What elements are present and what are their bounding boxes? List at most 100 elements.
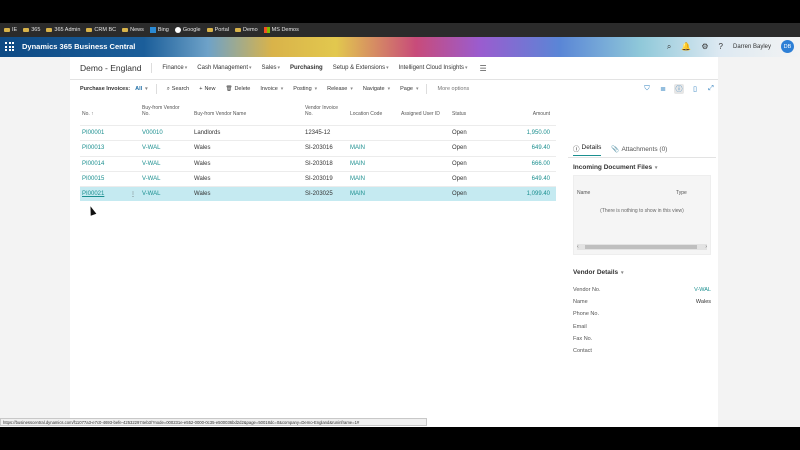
new-button[interactable]: + New bbox=[199, 86, 215, 92]
cell-no[interactable]: PI00015 bbox=[82, 176, 104, 182]
bookmark-365[interactable]: 365 bbox=[23, 27, 40, 33]
cell-location[interactable]: MAIN bbox=[350, 176, 365, 182]
bookmark-ms-demos[interactable]: MS Demos bbox=[263, 27, 299, 33]
search-icon[interactable]: ⌕ bbox=[667, 42, 671, 52]
nav-intelligent-cloud[interactable]: Intelligent Cloud Insights▾ bbox=[399, 65, 468, 71]
header-vendor-no[interactable]: Buy-from Vendor No. bbox=[142, 105, 192, 117]
header-status[interactable]: Status bbox=[452, 111, 466, 117]
tab-details[interactable]: ⓘ Details bbox=[573, 143, 602, 156]
nav-purchasing[interactable]: Purchasing bbox=[290, 65, 323, 71]
bookmark-icon[interactable]: ▯ bbox=[690, 85, 700, 93]
nav-sales[interactable]: Sales▾ bbox=[262, 65, 281, 71]
scroll-left-icon[interactable]: ‹ bbox=[577, 244, 579, 250]
navigate-menu[interactable]: Navigate ▾ bbox=[363, 86, 390, 92]
header-assigned-user[interactable]: Assigned User ID bbox=[401, 111, 440, 117]
cell-vendor-no[interactable]: V00010 bbox=[142, 130, 163, 136]
table-row[interactable]: PI00013 V-WAL Wales SI-203016 MAIN Open 649.40 bbox=[80, 140, 556, 155]
help-icon[interactable]: ? bbox=[719, 42, 723, 51]
user-name[interactable]: Darren Bayley bbox=[733, 44, 771, 50]
bell-icon[interactable]: 🔔 bbox=[681, 42, 691, 51]
header-vendor-invoice[interactable]: Vendor Invoice No. bbox=[305, 105, 355, 117]
app-launcher-icon[interactable] bbox=[5, 42, 14, 51]
header-no[interactable]: No. ↑ bbox=[82, 111, 94, 117]
divider bbox=[426, 84, 428, 94]
cell-vendor-no[interactable]: V-WAL bbox=[142, 191, 160, 197]
bookmark-bing[interactable]: Bing bbox=[149, 27, 169, 33]
cell-amount[interactable]: 1,099.40 bbox=[520, 191, 550, 197]
cell-vendor-no[interactable]: V-WAL bbox=[142, 161, 160, 167]
tab-attachments[interactable]: 📎 Attachments (0) bbox=[611, 145, 667, 154]
delete-button[interactable]: 🗑 Delete bbox=[225, 86, 250, 92]
table-row[interactable]: PI00001 V00010 Landlords 12345-12 Open 1,950.… bbox=[80, 125, 556, 140]
field-label: Email bbox=[573, 323, 587, 330]
incoming-document-files-header[interactable]: Incoming Document Files ▾ bbox=[573, 164, 711, 171]
list-view-icon[interactable]: ≣ bbox=[658, 85, 668, 93]
cell-amount[interactable]: 649.40 bbox=[520, 176, 550, 182]
chevron-down-icon: ▾ bbox=[314, 86, 318, 92]
vendor-field: Vendor No. V-WAL bbox=[573, 284, 711, 296]
scroll-thumb[interactable] bbox=[585, 245, 697, 249]
cell-location[interactable]: MAIN bbox=[350, 191, 365, 197]
cell-location[interactable]: MAIN bbox=[350, 161, 365, 167]
scroll-right-icon[interactable]: › bbox=[705, 244, 707, 250]
filter-view-dropdown[interactable]: All ▾ bbox=[135, 86, 148, 92]
cell-no[interactable]: PI00014 bbox=[82, 161, 104, 167]
expand-icon[interactable]: ⤢ bbox=[706, 85, 716, 93]
field-label: Vendor No. bbox=[573, 287, 601, 294]
avatar[interactable]: DB bbox=[781, 40, 794, 53]
menu-icon[interactable]: ☰ bbox=[480, 64, 487, 73]
bookmark-label: Bing bbox=[157, 27, 169, 33]
app-title[interactable]: Dynamics 365 Business Central bbox=[22, 42, 135, 51]
field-label: Fax No. bbox=[573, 335, 593, 342]
vendor-details-header[interactable]: Vendor Details ▾ bbox=[573, 269, 711, 276]
cell-no[interactable]: PI00021 bbox=[82, 191, 104, 197]
horizontal-scrollbar[interactable]: ‹ › bbox=[577, 244, 707, 250]
chevron-down-icon: ▾ bbox=[350, 86, 353, 92]
table-row[interactable]: PI00021 V-WAL Wales SI-203025 MAIN Open 1,099.… bbox=[80, 186, 556, 202]
role-center-nav: Demo - England Finance▾ Cash Management▾… bbox=[70, 57, 718, 80]
cell-no[interactable]: PI00013 bbox=[82, 145, 104, 151]
cell-vendor-no[interactable]: V-WAL bbox=[142, 145, 160, 151]
bookmark-google[interactable]: Google bbox=[174, 27, 201, 33]
info-icon[interactable]: ⓘ bbox=[674, 84, 684, 94]
factbox-tabs: ⓘ Details 📎 Attachments (0) bbox=[568, 141, 716, 158]
nav-finance[interactable]: Finance▾ bbox=[162, 65, 187, 71]
gear-icon[interactable]: ⚙ bbox=[701, 42, 708, 51]
folder-icon bbox=[23, 27, 30, 33]
nav-setup-extensions[interactable]: Setup & Extensions▾ bbox=[333, 65, 389, 71]
bookmark-portal[interactable]: Portal bbox=[206, 27, 229, 33]
field-value[interactable]: V-WAL bbox=[694, 287, 711, 293]
release-menu[interactable]: Release ▾ bbox=[327, 86, 353, 92]
column-type: Type bbox=[676, 190, 687, 196]
bookmark-news[interactable]: News bbox=[122, 27, 144, 33]
page-menu[interactable]: Page ▾ bbox=[400, 86, 418, 92]
invoice-menu[interactable]: Invoice ▾ bbox=[260, 86, 283, 92]
action-label: Navigate bbox=[362, 86, 385, 92]
cell-amount[interactable]: 1,950.00 bbox=[520, 130, 550, 136]
posting-menu[interactable]: Posting ▾ bbox=[293, 86, 317, 92]
nav-cash-management[interactable]: Cash Management▾ bbox=[197, 65, 251, 71]
bookmark-ie[interactable]: IE bbox=[4, 27, 17, 33]
table-row[interactable]: PI00015 V-WAL Wales SI-203019 MAIN Open 649.40 bbox=[80, 170, 556, 186]
bookmark-label: IE bbox=[12, 27, 18, 33]
row-actions-icon[interactable]: ⋮ bbox=[130, 191, 136, 198]
bookmark-crm-bc[interactable]: CRM BC bbox=[86, 27, 116, 33]
cell-location[interactable]: MAIN bbox=[350, 145, 365, 151]
company-name[interactable]: Demo - England bbox=[80, 63, 153, 73]
cell-amount[interactable]: 666.00 bbox=[520, 161, 550, 167]
header-vendor-name[interactable]: Buy-from Vendor Name bbox=[194, 111, 246, 117]
header-amount[interactable]: Amount bbox=[520, 111, 550, 117]
folder-icon bbox=[235, 27, 241, 33]
search-button[interactable]: ⌕ Search bbox=[167, 86, 190, 93]
bookmark-365-admin[interactable]: 365 Admin bbox=[46, 27, 80, 33]
field-label: Phone No. bbox=[573, 311, 599, 318]
cell-no[interactable]: PI00001 bbox=[82, 130, 104, 136]
more-options-button[interactable]: More options bbox=[437, 86, 469, 92]
table-row[interactable]: PI00014 V-WAL Wales SI-203018 MAIN Open 666.00 bbox=[80, 155, 556, 171]
action-label: Invoice bbox=[260, 86, 278, 92]
cell-amount[interactable]: 649.40 bbox=[520, 145, 550, 151]
bookmark-demo[interactable]: Demo bbox=[235, 27, 258, 33]
filter-icon[interactable]: ⛉ bbox=[642, 85, 652, 93]
header-location[interactable]: Location Code bbox=[350, 111, 382, 117]
cell-vendor-no[interactable]: V-WAL bbox=[142, 176, 160, 182]
